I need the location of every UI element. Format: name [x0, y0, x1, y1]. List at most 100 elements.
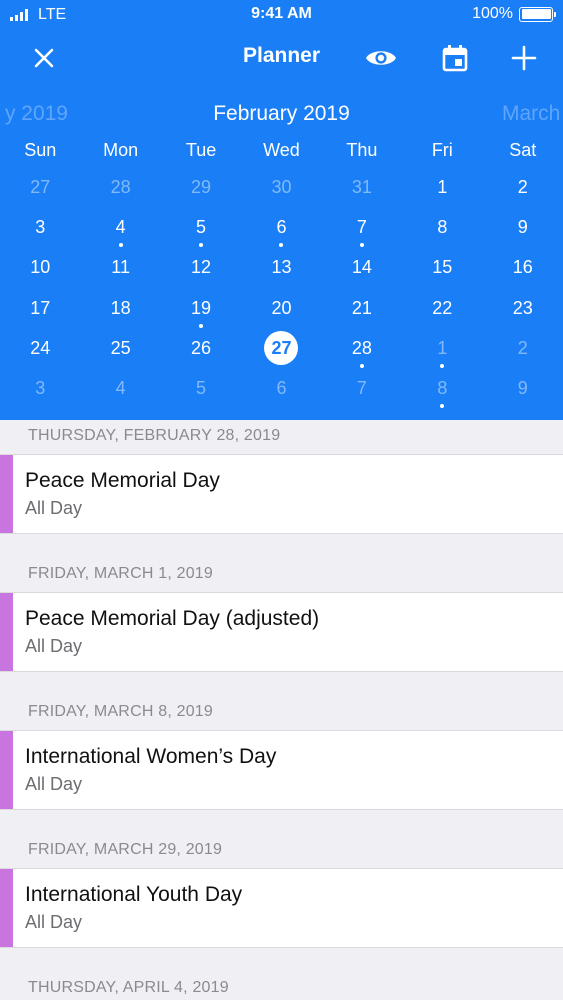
agenda-date-header: THURSDAY, APRIL 4, 2019 — [28, 979, 229, 996]
day-number: 7 — [356, 217, 367, 238]
calendar-day[interactable]: 22 — [402, 289, 482, 329]
calendar-day[interactable]: 1 — [402, 329, 482, 369]
calendar-day[interactable]: 4 — [80, 208, 160, 248]
day-number: 4 — [115, 217, 126, 238]
agenda-date-header: FRIDAY, MARCH 8, 2019 — [28, 703, 214, 720]
day-number: 23 — [512, 297, 533, 318]
calendar-day[interactable]: 21 — [322, 289, 402, 329]
calendar-day[interactable]: 15 — [402, 248, 482, 288]
calendar-day[interactable]: 2 — [483, 168, 563, 208]
calendar-day[interactable]: 19 — [161, 289, 241, 329]
calendar-week: 24 25 26 27 28 1 2 — [0, 329, 563, 369]
weekday-label: Wed — [263, 140, 300, 160]
calendar-week: 10 11 12 13 14 15 16 — [0, 248, 563, 288]
calendar-day[interactable]: 6 — [241, 369, 321, 409]
calendar-day[interactable]: 9 — [483, 369, 563, 409]
calendar-week: 3 4 5 6 7 8 9 — [0, 369, 563, 409]
agenda-event[interactable]: Peace Memorial Day All Day — [0, 454, 563, 534]
calendar-day[interactable]: 14 — [322, 248, 402, 288]
calendar-day[interactable]: 9 — [483, 208, 563, 248]
day-number: 25 — [110, 337, 131, 358]
event-color-bar — [0, 593, 13, 671]
calendar-day[interactable]: 16 — [483, 248, 563, 288]
day-number: 28 — [351, 337, 372, 358]
day-number: 8 — [437, 377, 448, 398]
event-dot-icon — [118, 243, 123, 248]
calendar-day[interactable]: 13 — [241, 248, 321, 288]
eye-icon[interactable] — [363, 40, 399, 76]
agenda-date-header: FRIDAY, MARCH 1, 2019 — [28, 565, 214, 582]
calendar-day[interactable]: 7 — [322, 208, 402, 248]
month-strip[interactable]: y 2019 February 2019 March — [0, 98, 563, 132]
calendar-day[interactable]: 7 — [322, 369, 402, 409]
event-dot-icon — [199, 323, 204, 328]
weekday-label: Fri — [431, 140, 453, 160]
day-number: 2 — [517, 337, 528, 358]
calendar-day[interactable]: 6 — [241, 208, 321, 248]
day-number: 11 — [111, 257, 130, 278]
calendar-day[interactable]: 10 — [0, 248, 80, 288]
calendar-week: 27 28 29 30 31 1 2 — [0, 168, 563, 208]
day-number: 19 — [191, 297, 212, 318]
calendar-day-today[interactable]: 27 — [241, 329, 321, 369]
calendar-day[interactable]: 31 — [322, 168, 402, 208]
weekday-label: Sat — [509, 140, 537, 160]
calendar-day[interactable]: 8 — [402, 208, 482, 248]
event-time: All Day — [25, 636, 83, 656]
calendar-day[interactable]: 29 — [161, 168, 241, 208]
weekday-row: Sun Mon Tue Wed Thu Fri Sat — [0, 140, 563, 164]
day-number: 14 — [351, 257, 372, 278]
day-number: 1 — [437, 177, 448, 197]
calendar-day[interactable]: 5 — [161, 208, 241, 248]
calendar-day[interactable]: 12 — [161, 248, 241, 288]
calendar-day[interactable]: 11 — [80, 248, 160, 288]
agenda-event[interactable]: International Youth Day All Day — [0, 868, 563, 948]
event-dot-icon — [279, 243, 284, 248]
calendar-icon[interactable] — [437, 40, 473, 76]
day-number: 17 — [30, 297, 51, 318]
day-number: 27 — [264, 330, 299, 365]
day-number: 16 — [512, 257, 533, 278]
day-number: 5 — [196, 377, 207, 398]
nav-bar: Planner — [0, 30, 563, 84]
calendar-day[interactable]: 26 — [161, 329, 241, 369]
day-number: 7 — [356, 377, 367, 398]
calendar-day[interactable]: 4 — [80, 369, 160, 409]
day-number: 22 — [432, 297, 453, 318]
calendar-day[interactable]: 18 — [80, 289, 160, 329]
status-right: 100% — [472, 5, 556, 23]
calendar-day[interactable]: 17 — [0, 289, 80, 329]
calendar-day[interactable]: 3 — [0, 208, 80, 248]
calendar-day[interactable]: 20 — [241, 289, 321, 329]
calendar-day[interactable]: 30 — [241, 168, 321, 208]
calendar-day[interactable]: 5 — [161, 369, 241, 409]
agenda-event[interactable]: Peace Memorial Day (adjusted) All Day — [0, 592, 563, 672]
calendar-day[interactable]: 27 — [0, 168, 80, 208]
agenda-event[interactable]: International Women’s Day All Day — [0, 730, 563, 810]
event-dot-icon — [440, 363, 445, 368]
status-bar: LTE 9:41 AM 100% — [0, 0, 563, 30]
day-number: 27 — [30, 177, 51, 197]
event-time: All Day — [25, 774, 83, 794]
day-number: 9 — [517, 217, 528, 238]
calendar-day[interactable]: 28 — [322, 329, 402, 369]
calendar-day[interactable]: 1 — [402, 168, 482, 208]
plus-icon[interactable] — [506, 40, 542, 76]
calendar-day[interactable]: 25 — [80, 329, 160, 369]
calendar-day[interactable]: 2 — [483, 329, 563, 369]
event-time: All Day — [25, 912, 83, 932]
calendar-day[interactable]: 3 — [0, 369, 80, 409]
event-dot-icon — [440, 404, 445, 409]
event-title: International Women’s Day — [25, 745, 277, 768]
calendar-day[interactable]: 23 — [483, 289, 563, 329]
calendar-header: LTE 9:41 AM 100% Planner y 2019 February… — [0, 0, 563, 420]
agenda-list[interactable]: THURSDAY, FEBRUARY 28, 2019 Peace Memoria… — [0, 420, 563, 1000]
calendar-day[interactable]: 24 — [0, 329, 80, 369]
month-next[interactable]: March — [502, 102, 560, 126]
calendar-day[interactable]: 8 — [402, 369, 482, 409]
calendar-week: 17 18 19 20 21 22 23 — [0, 289, 563, 329]
day-number: 30 — [271, 177, 292, 197]
calendar-day[interactable]: 28 — [80, 168, 160, 208]
